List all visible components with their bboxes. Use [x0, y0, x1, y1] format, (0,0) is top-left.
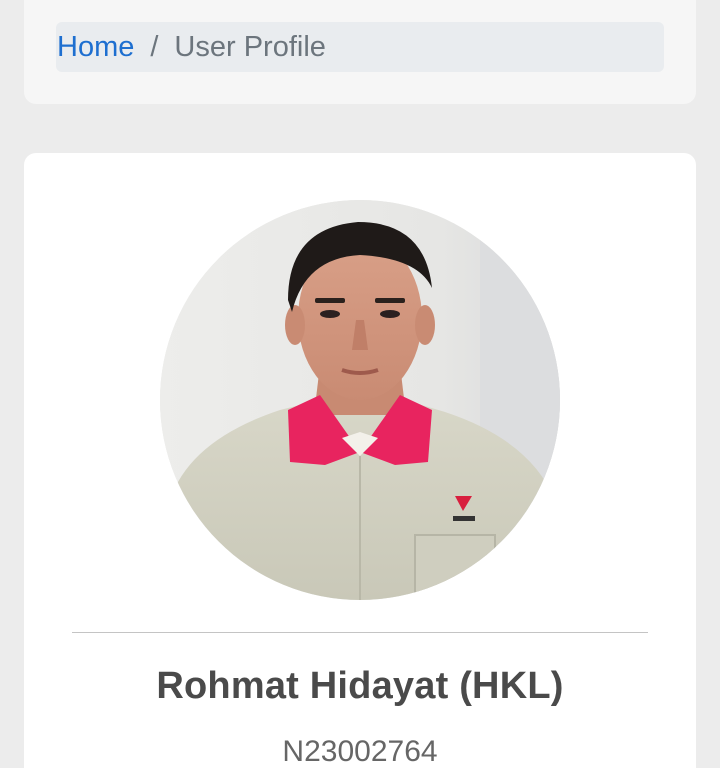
- breadcrumb-home-link[interactable]: Home: [57, 31, 134, 64]
- profile-name: Rohmat Hidayat (HKL): [156, 665, 564, 707]
- employee-id: N23002764: [282, 735, 438, 768]
- profile-divider: [72, 632, 648, 633]
- breadcrumb-current: User Profile: [174, 30, 326, 63]
- user-profile-page: Home / User Profile Rohmat Hidayat (HKL)…: [0, 0, 720, 768]
- breadcrumb-separator: /: [150, 30, 159, 63]
- profile-photo-icon: [160, 200, 560, 600]
- avatar: [160, 200, 560, 600]
- breadcrumb: Home / User Profile: [56, 22, 664, 72]
